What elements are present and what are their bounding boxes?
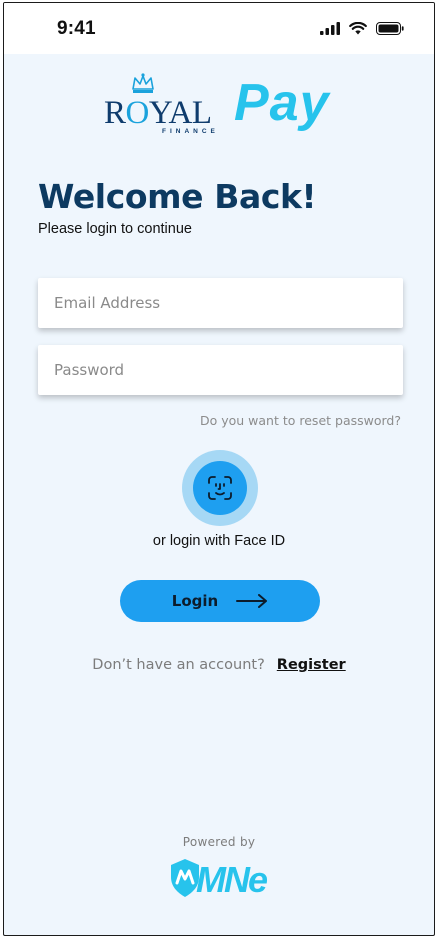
login-button-label: Login — [171, 592, 219, 610]
register-row: Don’t have an account? Register — [4, 657, 434, 673]
mne-logo: MNe — [164, 855, 274, 903]
powered-by-label: Powered by — [182, 835, 256, 849]
face-id-label: or login with Face ID — [152, 533, 286, 549]
face-id-icon — [208, 476, 232, 500]
wifi-icon — [349, 21, 367, 40]
password-field-container — [38, 345, 403, 395]
logo-pay-text: Pay — [234, 74, 330, 132]
register-link[interactable]: Register — [277, 657, 346, 673]
status-icons — [320, 21, 404, 40]
status-time: 9:41 — [57, 18, 96, 39]
email-field[interactable] — [38, 278, 403, 328]
page-title: Welcome Back! — [38, 177, 317, 216]
crown-icon — [132, 73, 154, 93]
signal-icon — [320, 22, 340, 40]
face-id-button-inner — [193, 461, 247, 515]
phone-frame: 9:41 ROYAL FINANCE Pay Welcome Back! Ple… — [3, 2, 435, 936]
royalpay-logo: ROYAL FINANCE Pay — [104, 73, 344, 147]
reset-password-link[interactable]: Do you want to reset password? — [200, 413, 401, 428]
login-button[interactable]: Login — [120, 580, 320, 622]
status-bar: 9:41 — [4, 3, 434, 54]
password-field[interactable] — [38, 345, 403, 395]
mne-brand-text: MNe — [196, 859, 268, 900]
logo-finance-text: FINANCE — [162, 128, 219, 135]
face-id-button[interactable] — [182, 450, 258, 526]
page-subtitle: Please login to continue — [38, 221, 192, 237]
logo-royal-text: ROYAL — [104, 95, 212, 131]
arrow-right-icon — [236, 594, 268, 608]
register-question: Don’t have an account? — [92, 657, 265, 673]
battery-icon — [376, 22, 404, 40]
email-field-container — [38, 278, 403, 328]
